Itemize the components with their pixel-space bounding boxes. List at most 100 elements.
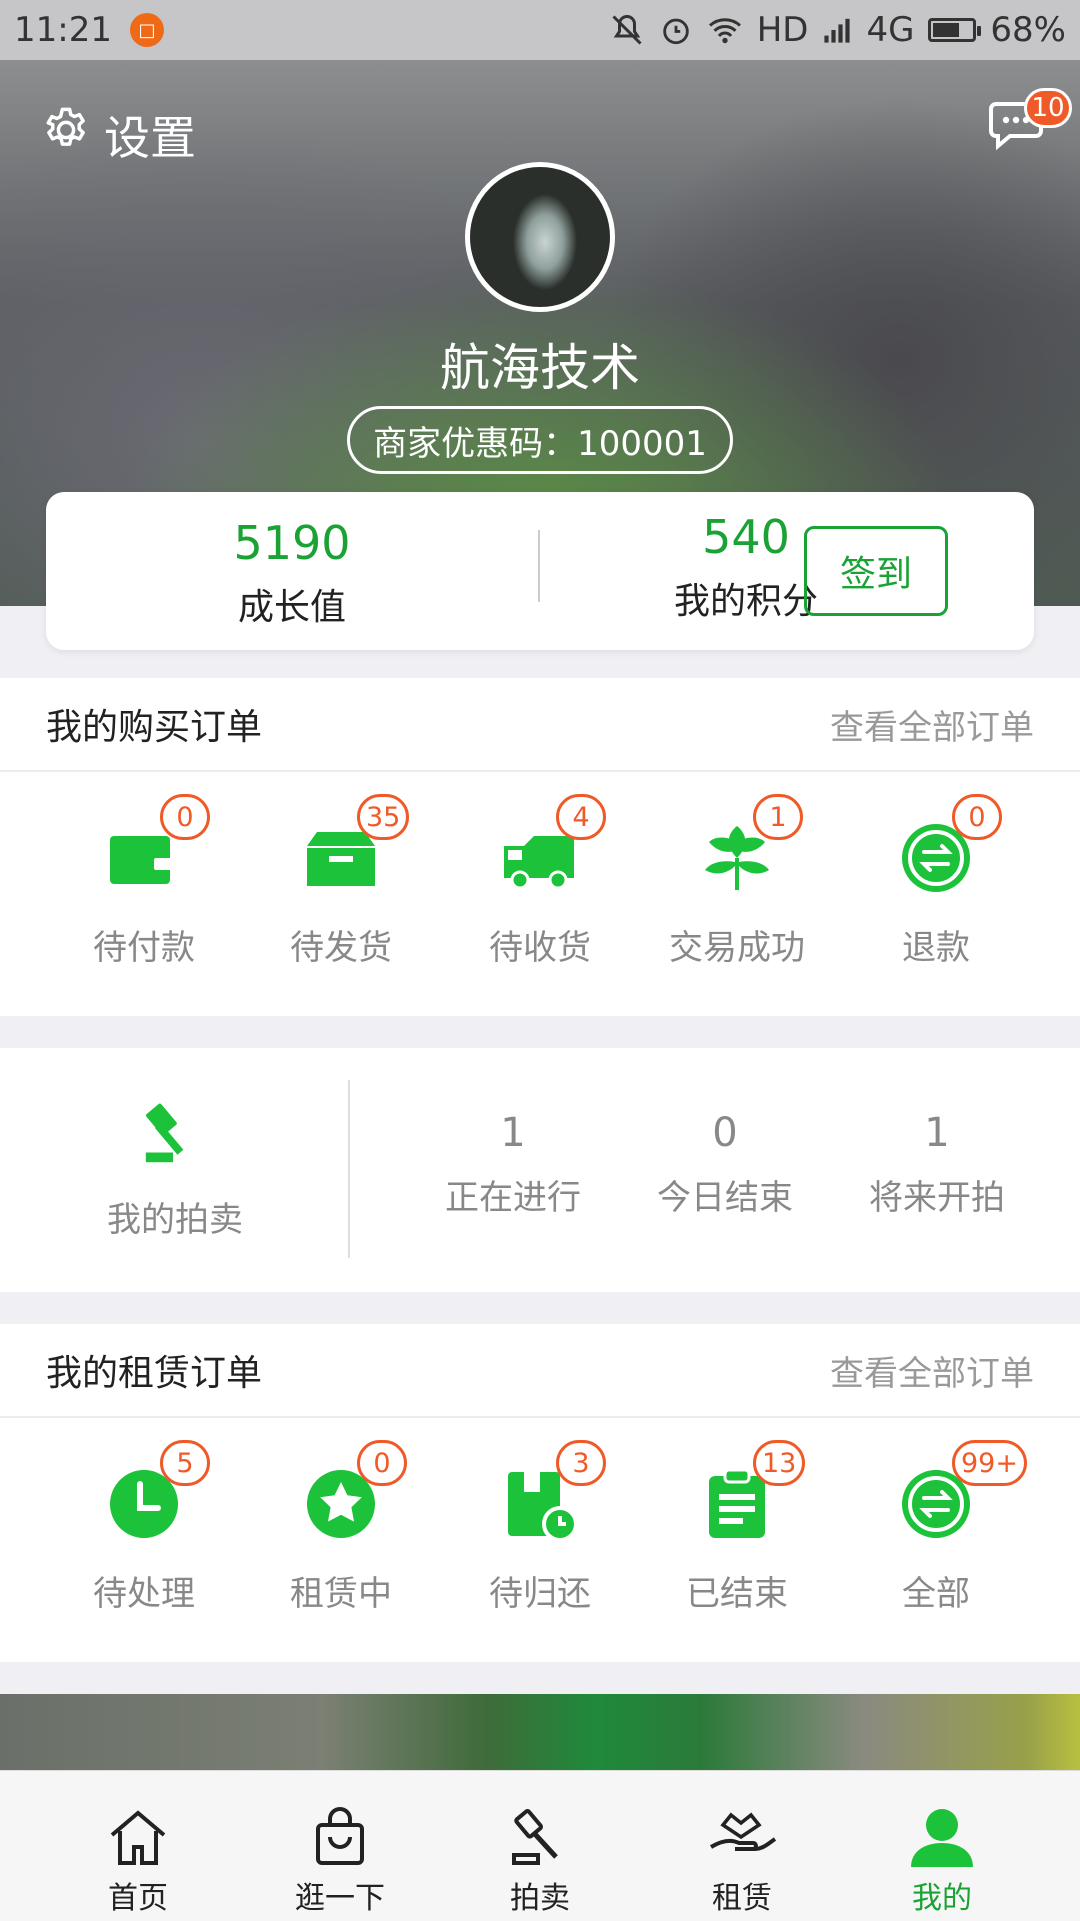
star-icon bbox=[301, 1470, 381, 1548]
network-type: HD bbox=[756, 10, 809, 50]
alarm-icon bbox=[659, 13, 693, 47]
avatar[interactable] bbox=[465, 162, 615, 312]
auction-stat-value: 1 bbox=[924, 1110, 950, 1156]
status-time: 11:21 bbox=[14, 10, 112, 50]
hand-icon bbox=[707, 1812, 777, 1871]
notification-app-icon: □ bbox=[129, 13, 164, 47]
auction-stat-ending-today[interactable]: 0 今日结束 bbox=[630, 1110, 820, 1219]
my-auction-button[interactable]: 我的拍卖 bbox=[0, 1048, 350, 1292]
chat-icon bbox=[988, 102, 1044, 154]
promo-banner[interactable] bbox=[0, 1694, 1080, 1770]
settings-button[interactable]: 设置 bbox=[40, 102, 196, 168]
growth-value: 5190 bbox=[233, 516, 351, 570]
order-pending-payment[interactable]: 0 待付款 bbox=[59, 772, 229, 969]
growth-label: 成长值 bbox=[237, 587, 346, 628]
auction-divider bbox=[348, 1080, 350, 1258]
wallet-icon bbox=[104, 836, 184, 902]
order-refund[interactable]: 0 退款 bbox=[851, 772, 1021, 969]
message-count-badge: 10 bbox=[1024, 88, 1072, 128]
order-status-label: 待付款 bbox=[93, 928, 195, 968]
auction-stat-label: 将来开拍 bbox=[869, 1178, 1005, 1218]
stats-divider bbox=[538, 530, 540, 602]
return-box-icon bbox=[500, 1472, 580, 1548]
order-status-label: 退款 bbox=[902, 928, 970, 968]
tab-auction[interactable]: 拍卖 bbox=[460, 1807, 620, 1917]
view-all-rental-orders-link[interactable]: 查看全部订单 bbox=[830, 1346, 1034, 1395]
count-badge: 0 bbox=[952, 794, 1002, 840]
signal-icon bbox=[822, 16, 852, 44]
count-badge: 5 bbox=[160, 1440, 210, 1486]
count-badge: 4 bbox=[556, 794, 606, 840]
order-status-label: 交易成功 bbox=[669, 928, 805, 968]
count-badge: 35 bbox=[357, 794, 410, 840]
tab-browse[interactable]: 逛一下 bbox=[260, 1807, 420, 1917]
tab-home[interactable]: 首页 bbox=[58, 1807, 218, 1917]
rental-orders-row: 5 待处理 0 租赁中 3 待归还 13 已结束 99+ 全部 bbox=[0, 1418, 1080, 1662]
rental-status-label: 租赁中 bbox=[290, 1574, 392, 1614]
status-bar: 11:21 □ HD 4G 68% bbox=[0, 0, 1080, 60]
my-auction-label: 我的拍卖 bbox=[107, 1200, 243, 1240]
order-pending-receipt[interactable]: 4 待收货 bbox=[455, 772, 625, 969]
message-button[interactable]: 10 bbox=[988, 88, 1072, 151]
count-badge: 13 bbox=[753, 1440, 806, 1486]
rental-pending[interactable]: 5 待处理 bbox=[59, 1418, 229, 1615]
tab-label: 拍卖 bbox=[510, 1881, 570, 1916]
count-badge: 0 bbox=[160, 794, 210, 840]
stats-card: 5190 成长值 540 我的积分 签到 bbox=[46, 492, 1034, 650]
exchange-icon bbox=[896, 1470, 976, 1548]
order-completed[interactable]: 1 交易成功 bbox=[652, 772, 822, 969]
rental-all[interactable]: 99+ 全部 bbox=[851, 1418, 1027, 1615]
rental-orders-header: 我的租赁订单 查看全部订单 bbox=[0, 1324, 1080, 1418]
plant-icon bbox=[697, 826, 777, 902]
settings-label: 设置 bbox=[104, 111, 196, 165]
purchase-orders-header: 我的购买订单 查看全部订单 bbox=[0, 678, 1080, 772]
user-icon bbox=[909, 1809, 975, 1871]
auction-stat-label: 正在进行 bbox=[445, 1178, 581, 1218]
view-all-purchase-orders-link[interactable]: 查看全部订单 bbox=[830, 700, 1034, 749]
signal-type: 4G bbox=[866, 10, 915, 50]
tab-mine[interactable]: 我的 bbox=[862, 1807, 1022, 1917]
growth-stat[interactable]: 5190 成长值 bbox=[162, 516, 422, 630]
order-pending-shipment[interactable]: 35 待发货 bbox=[256, 772, 426, 969]
truck-icon bbox=[500, 836, 580, 902]
auction-stat-value: 0 bbox=[712, 1110, 738, 1156]
purchase-orders-row: 0 待付款 35 待发货 4 待收货 1 交易成功 0 退款 bbox=[0, 772, 1080, 1016]
auction-stat-label: 今日结束 bbox=[657, 1178, 793, 1218]
purchase-orders-section: 我的购买订单 查看全部订单 0 待付款 35 待发货 4 待收货 1 交易成功 … bbox=[0, 678, 1080, 1016]
purchase-orders-title: 我的购买订单 bbox=[46, 707, 263, 748]
count-badge: 3 bbox=[556, 1440, 606, 1486]
wifi-icon bbox=[707, 15, 743, 45]
rental-pending-return[interactable]: 3 待归还 bbox=[455, 1418, 625, 1615]
tab-label: 逛一下 bbox=[295, 1881, 385, 1916]
signin-button[interactable]: 签到 bbox=[804, 526, 948, 616]
gear-icon bbox=[40, 104, 104, 167]
clock-icon bbox=[104, 1470, 184, 1548]
auction-stat-ongoing[interactable]: 1 正在进行 bbox=[418, 1110, 608, 1219]
auction-stat-value: 1 bbox=[500, 1110, 526, 1156]
tab-rental[interactable]: 租赁 bbox=[662, 1807, 822, 1917]
rental-orders-section: 我的租赁订单 查看全部订单 5 待处理 0 租赁中 3 待归还 13 已结束 9… bbox=[0, 1324, 1080, 1662]
box-icon bbox=[301, 832, 381, 902]
battery-percent: 68% bbox=[990, 10, 1066, 50]
rental-status-label: 待归还 bbox=[489, 1574, 591, 1614]
gavel-icon bbox=[140, 1100, 210, 1170]
status-icons: HD 4G 68% bbox=[609, 0, 1066, 60]
bottom-tab-bar: 首页 逛一下 拍卖 租赁 我的 bbox=[0, 1770, 1080, 1921]
tab-label: 我的 bbox=[912, 1881, 972, 1916]
home-icon bbox=[106, 1810, 170, 1871]
clipboard-icon bbox=[697, 1468, 777, 1548]
order-status-label: 待发货 bbox=[290, 928, 392, 968]
rental-status-label: 待处理 bbox=[93, 1574, 195, 1614]
count-badge: 0 bbox=[357, 1440, 407, 1486]
username: 航海技术 bbox=[440, 339, 640, 397]
rental-finished[interactable]: 13 已结束 bbox=[652, 1418, 822, 1615]
tab-label: 首页 bbox=[108, 1881, 168, 1916]
merchant-coupon-code[interactable]: 商家优惠码：100001 bbox=[347, 406, 733, 474]
rental-orders-title: 我的租赁订单 bbox=[46, 1353, 263, 1394]
rental-in-progress[interactable]: 0 租赁中 bbox=[256, 1418, 426, 1615]
bag-icon bbox=[310, 1807, 370, 1871]
my-auction-section: 我的拍卖 1 正在进行 0 今日结束 1 将来开拍 bbox=[0, 1048, 1080, 1292]
auction-stat-upcoming[interactable]: 1 将来开拍 bbox=[842, 1110, 1032, 1219]
battery-icon bbox=[928, 18, 982, 42]
gavel-icon bbox=[510, 1809, 570, 1871]
